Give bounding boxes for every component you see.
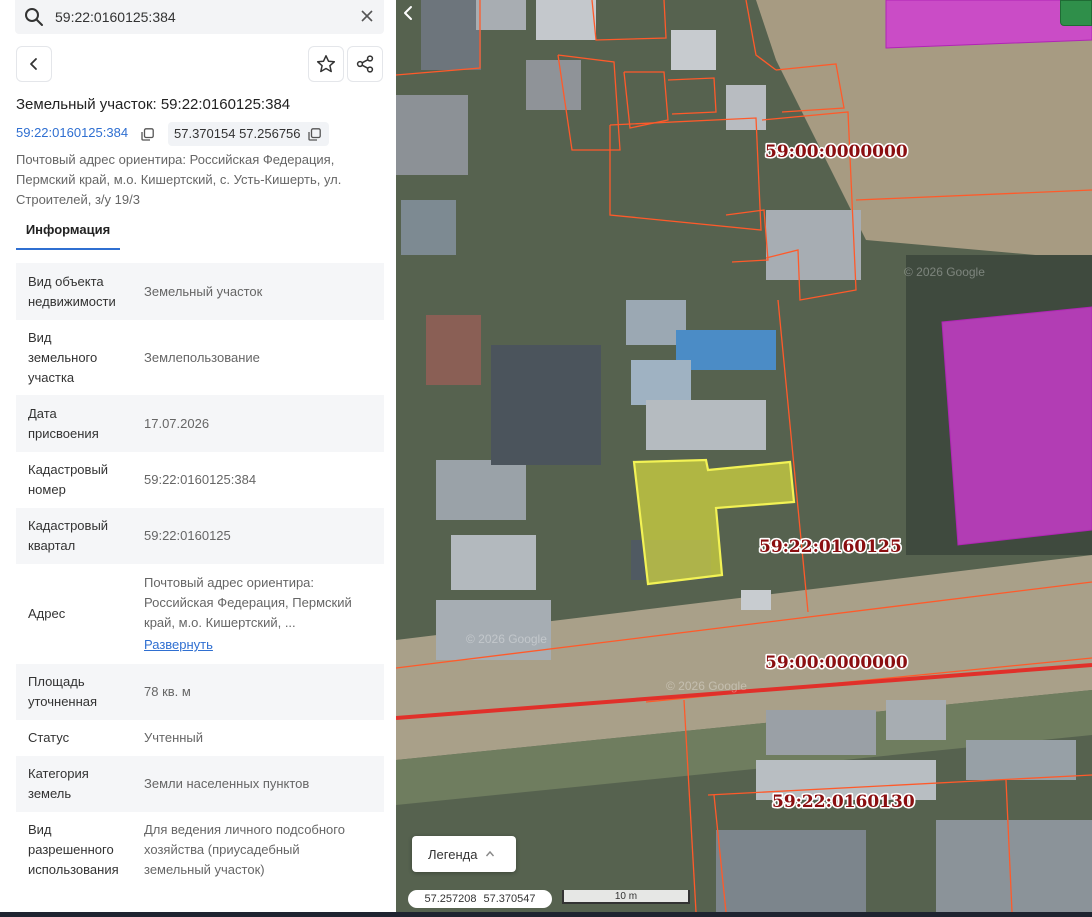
property-row-object-type: Вид объекта недвижимости Земельный участ… xyxy=(16,263,384,320)
property-value: 59:22:0160125 xyxy=(144,528,231,543)
collapse-sidebar-button[interactable] xyxy=(396,0,420,26)
close-icon[interactable] xyxy=(360,9,374,23)
property-row-permitted-use: Вид разрешенного использования Для веден… xyxy=(16,812,384,887)
legend-button[interactable]: Легенда xyxy=(412,836,516,872)
watermark: © 2026 Google xyxy=(666,679,747,693)
watermark: © 2026 Google xyxy=(904,265,985,279)
property-row-cadastral-quarter: Кадастровый квартал 59:22:0160125 xyxy=(16,508,384,564)
property-key: Кадастровый номер xyxy=(28,462,109,497)
property-value: 78 кв. м xyxy=(144,684,191,699)
property-row-assign-date: Дата присвоения 17.07.2026 xyxy=(16,395,384,452)
property-value: Землепользование xyxy=(144,349,260,365)
layers-button[interactable] xyxy=(1060,0,1092,26)
property-key: Вид разрешенного использования xyxy=(28,821,119,877)
cursor-lat: 57.370547 xyxy=(483,893,536,905)
copy-icon[interactable] xyxy=(141,128,154,141)
legend-label: Легенда xyxy=(428,846,478,862)
star-icon xyxy=(316,55,336,73)
property-key: Адрес xyxy=(28,606,66,621)
property-key: Категория земель xyxy=(28,766,89,801)
property-value: Почтовый адрес ориентира: Российская Фед… xyxy=(144,573,372,655)
property-value: Земельный участок xyxy=(144,283,263,299)
address-line: Почтовый адрес ориентира: Российская Фед… xyxy=(16,152,335,167)
coordinates-chip: 57.370154 57.256756 xyxy=(168,122,329,146)
coordinates-text: 57.370154 57.256756 xyxy=(174,126,301,141)
favorite-button[interactable] xyxy=(308,46,344,82)
property-key: Площадь уточненная xyxy=(28,674,98,709)
quarter-label-bottom: 59:22:0160130 xyxy=(772,792,915,812)
search-icon xyxy=(25,8,43,26)
property-row-cadastral-number: Кадастровый номер 59:22:0160125:384 xyxy=(16,452,384,508)
chevron-left-icon xyxy=(404,6,412,20)
property-key: Кадастровый квартал xyxy=(28,518,109,553)
copy-icon[interactable] xyxy=(307,128,321,141)
share-button[interactable] xyxy=(347,46,383,82)
scale-label: 10 m xyxy=(614,891,638,902)
chevron-left-icon xyxy=(30,58,37,70)
quarter-label-mid: 59:00:0000000 xyxy=(765,653,908,673)
address-line: Строителей, з/у 19/3 xyxy=(16,192,140,207)
taskbar-strip xyxy=(0,912,1092,917)
scale-bar: 10 m xyxy=(562,890,690,906)
property-value: Учтенный xyxy=(144,730,204,745)
address-line: Пермский край, м.о. Кишертский, с. Усть-… xyxy=(16,172,342,187)
cadastral-number-link[interactable]: 59:22:0160125:384 xyxy=(16,125,128,140)
property-value: Для ведения личного подсобного хозяйства… xyxy=(144,821,345,877)
property-key: Вид объекта недвижимости xyxy=(28,273,116,309)
search-input[interactable] xyxy=(55,4,345,30)
back-button[interactable] xyxy=(16,46,52,82)
chevron-up-icon xyxy=(486,850,495,857)
cursor-coordinates: 57.257208 57.370547 xyxy=(408,890,552,908)
quarter-label-selected: 59:22:0160125 xyxy=(759,537,902,557)
property-key: Дата присвоения xyxy=(28,405,99,441)
cursor-lon: 57.257208 xyxy=(424,893,477,905)
tab-info[interactable]: Информация xyxy=(16,222,120,250)
cadastral-number-text: 59:22:0160125:384 xyxy=(16,125,129,140)
property-row-land-type: Вид земельного участка Землепользование xyxy=(16,320,384,395)
property-key: Вид земельного участка xyxy=(28,329,98,385)
expand-link[interactable]: Развернуть xyxy=(144,635,372,655)
property-value: 59:22:0160125:384 xyxy=(144,472,257,487)
property-row-land-category: Категория земель Земли населенных пункто… xyxy=(16,756,384,812)
map-view[interactable]: 59:00:0000000 59:22:0160125 59:00:000000… xyxy=(396,0,1092,912)
satellite-imagery: 59:00:0000000 59:22:0160125 59:00:000000… xyxy=(396,0,1092,912)
quarter-label-top: 59:00:0000000 xyxy=(765,142,908,162)
property-value: 17.07.2026 xyxy=(144,415,210,431)
share-icon xyxy=(356,55,374,73)
info-sidebar: Земельный участок: 59:22:0160125:384 59:… xyxy=(0,0,396,917)
watermark: © 2026 Google xyxy=(466,632,547,646)
property-value: Земли населенных пунктов xyxy=(144,776,310,791)
postal-address: Почтовый адрес ориентира: Российская Фед… xyxy=(16,150,376,210)
property-row-address: Адрес Почтовый адрес ориентира: Российск… xyxy=(16,564,384,664)
page-title: Земельный участок: 59:22:0160125:384 xyxy=(16,96,291,113)
properties-table: Вид объекта недвижимости Земельный участ… xyxy=(16,263,384,887)
property-key: Статус xyxy=(28,730,70,745)
property-row-status: Статус Учтенный xyxy=(16,720,384,756)
property-row-area: Площадь уточненная 78 кв. м xyxy=(16,664,384,720)
search-bar xyxy=(15,0,384,34)
